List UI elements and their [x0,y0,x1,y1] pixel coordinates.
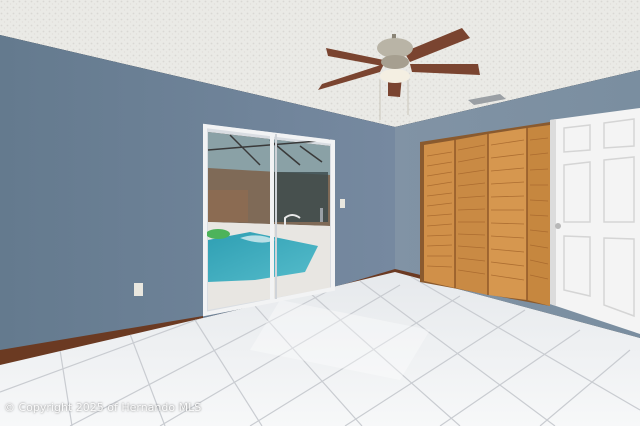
sliding-glass-door[interactable] [203,123,335,317]
closet-bifold-doors[interactable] [420,122,550,306]
copyright-watermark: © Copyright 2025 of Hernando MLS [4,401,202,414]
pool-view [206,132,331,310]
door-knob[interactable] [555,223,561,229]
room-photo: © Copyright 2025 of Hernando MLS [0,0,640,426]
wall-outlet [134,283,143,296]
light-switch[interactable] [340,199,345,208]
panel-door[interactable] [550,108,640,334]
